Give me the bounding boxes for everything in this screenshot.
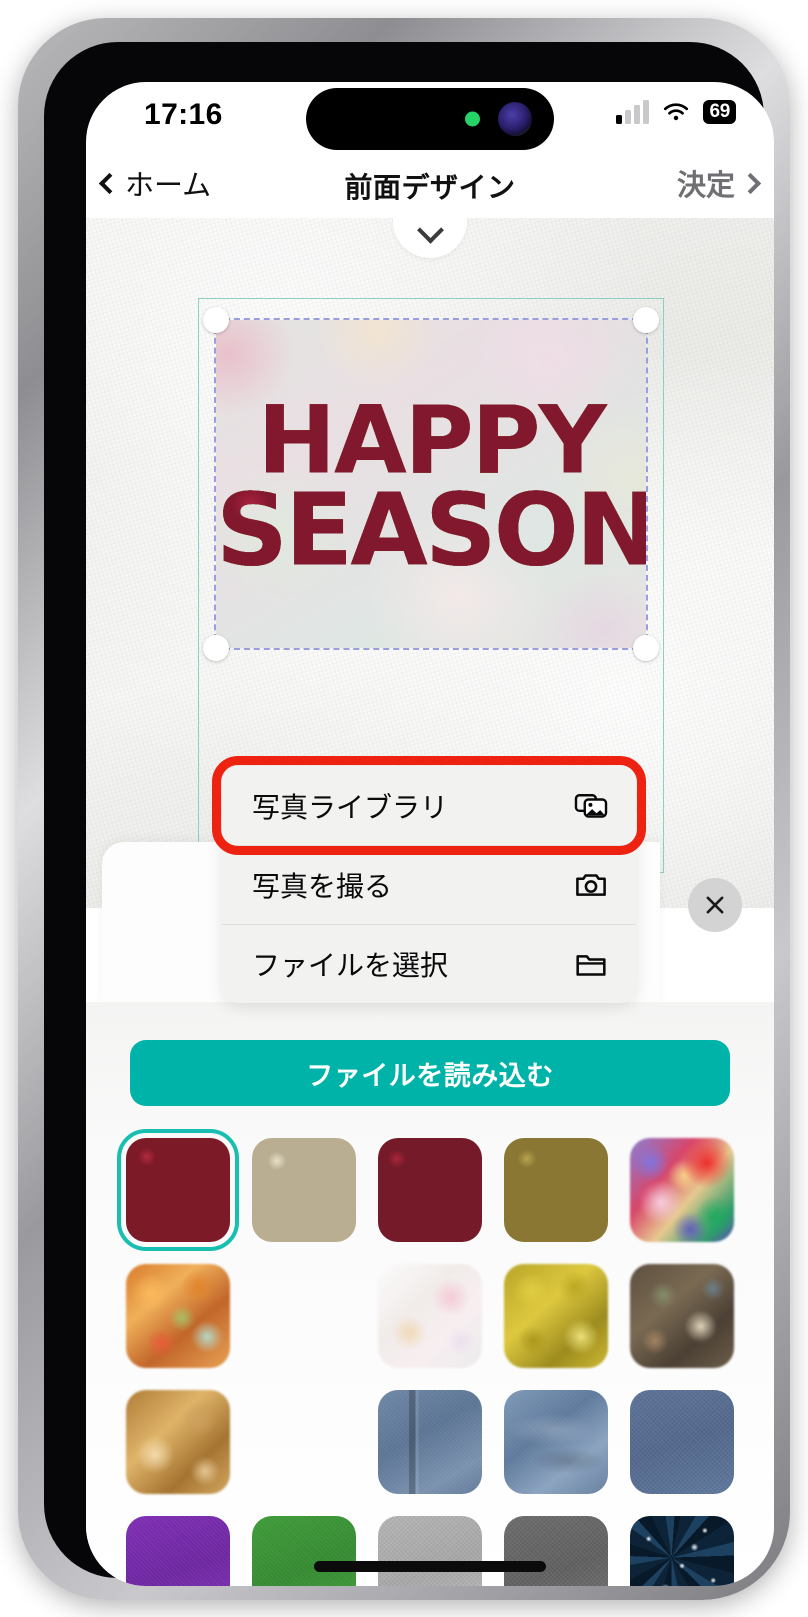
texture-thumbnail-bokeh-white[interactable] xyxy=(378,1264,482,1368)
artwork-image: HAPPY SEASON xyxy=(216,320,646,648)
resize-handle-top-left[interactable] xyxy=(203,307,229,333)
home-indicator xyxy=(314,1561,546,1572)
texture-thumbnail-solid-dark-gray[interactable] xyxy=(504,1516,608,1586)
status-time: 17:16 xyxy=(144,98,223,131)
resize-handle-bottom-right[interactable] xyxy=(633,635,659,661)
artwork-text: HAPPY SEASON xyxy=(216,394,646,589)
texture-thumbnail-bokeh-rainbow[interactable] xyxy=(630,1138,734,1242)
back-button[interactable]: ホーム xyxy=(98,162,212,204)
chevron-right-icon xyxy=(739,172,762,194)
texture-thumbnail-bokeh-dark[interactable] xyxy=(630,1264,734,1368)
menu-item-select-file-label: ファイルを選択 xyxy=(252,950,449,981)
dynamic-island xyxy=(306,88,554,150)
close-x-icon xyxy=(706,896,724,914)
artwork-line-2: SEASON xyxy=(216,471,646,589)
chevron-left-icon xyxy=(98,172,121,194)
texture-thumbnail-bokeh-tan[interactable] xyxy=(126,1390,230,1494)
texture-thumbnail-grid[interactable] xyxy=(117,1129,734,1586)
status-indicators: 69 xyxy=(616,100,736,124)
cellular-signal-icon xyxy=(616,100,650,124)
resize-handle-top-right[interactable] xyxy=(633,307,659,333)
camera-icon xyxy=(576,874,606,896)
menu-item-take-photo[interactable]: 写真を撮る xyxy=(222,845,636,924)
texture-thumbnail-bokeh-gold[interactable] xyxy=(504,1264,608,1368)
texture-thumbnail-denim-zip[interactable] xyxy=(378,1390,482,1494)
menu-item-take-photo-label: 写真を撮る xyxy=(252,871,393,902)
menu-item-photo-library-label: 写真ライブラリ xyxy=(252,791,449,823)
back-button-label: ホーム xyxy=(125,170,212,202)
source-action-menu[interactable]: 写真ライブラリ 写真を撮る ファイルを選択 xyxy=(222,766,636,1003)
texture-thumbnail-solid-purple[interactable] xyxy=(126,1516,230,1586)
phone-frame: 17:16 69 ホーム 前面デザイン 決定 HAPPY SEASON 写真ライ… xyxy=(18,18,790,1600)
phone-screen: 17:16 69 ホーム 前面デザイン 決定 HAPPY SEASON 写真ライ… xyxy=(86,82,774,1586)
close-button[interactable] xyxy=(688,878,742,932)
texture-thumbnail-solid-green[interactable] xyxy=(252,1516,356,1586)
texture-thumbnail-potpourri-mix[interactable] xyxy=(378,1138,482,1242)
texture-thumbnail-potpourri-olive[interactable] xyxy=(504,1138,608,1242)
menu-item-photo-library[interactable]: 写真ライブラリ xyxy=(222,766,636,845)
resize-handle-bottom-left[interactable] xyxy=(203,635,229,661)
texture-thumbnail-potpourri-red[interactable] xyxy=(117,1129,239,1251)
folder-icon xyxy=(576,955,606,976)
navigation-bar: ホーム 前面デザイン 決定 xyxy=(86,154,774,218)
chevron-down-icon xyxy=(416,218,444,244)
confirm-button[interactable]: 決定 xyxy=(676,162,762,204)
phone-body: 17:16 69 ホーム 前面デザイン 決定 HAPPY SEASON 写真ライ… xyxy=(44,42,774,1586)
artwork-selection-box[interactable]: HAPPY SEASON xyxy=(203,307,659,661)
texture-thumbnail-glitter-blue[interactable] xyxy=(630,1516,734,1586)
page-title: 前面デザイン xyxy=(344,172,516,203)
texture-thumbnail-solid-light-gray[interactable] xyxy=(378,1516,482,1586)
status-bar: 17:16 69 xyxy=(86,82,774,154)
import-file-button[interactable]: ファイルを読み込む xyxy=(130,1040,730,1106)
texture-thumbnail-bokeh-brown[interactable] xyxy=(252,1264,356,1368)
texture-thumbnail-bokeh-orange[interactable] xyxy=(126,1264,230,1368)
front-camera-icon xyxy=(498,102,532,136)
texture-picker-panel: ファイルを読み込む xyxy=(86,1002,774,1586)
texture-thumbnail-denim-seam[interactable] xyxy=(252,1390,356,1494)
texture-thumbnail-denim-flat[interactable] xyxy=(630,1390,734,1494)
texture-thumbnail-potpourri-green[interactable] xyxy=(252,1138,356,1242)
photo-library-icon xyxy=(574,793,608,818)
wifi-icon xyxy=(664,102,689,120)
recording-dot-icon xyxy=(465,111,480,127)
battery-icon: 69 xyxy=(703,100,736,124)
confirm-button-label: 決定 xyxy=(676,170,735,202)
texture-thumbnail-denim-crease[interactable] xyxy=(504,1390,608,1494)
menu-item-select-file[interactable]: ファイルを選択 xyxy=(222,924,636,1003)
